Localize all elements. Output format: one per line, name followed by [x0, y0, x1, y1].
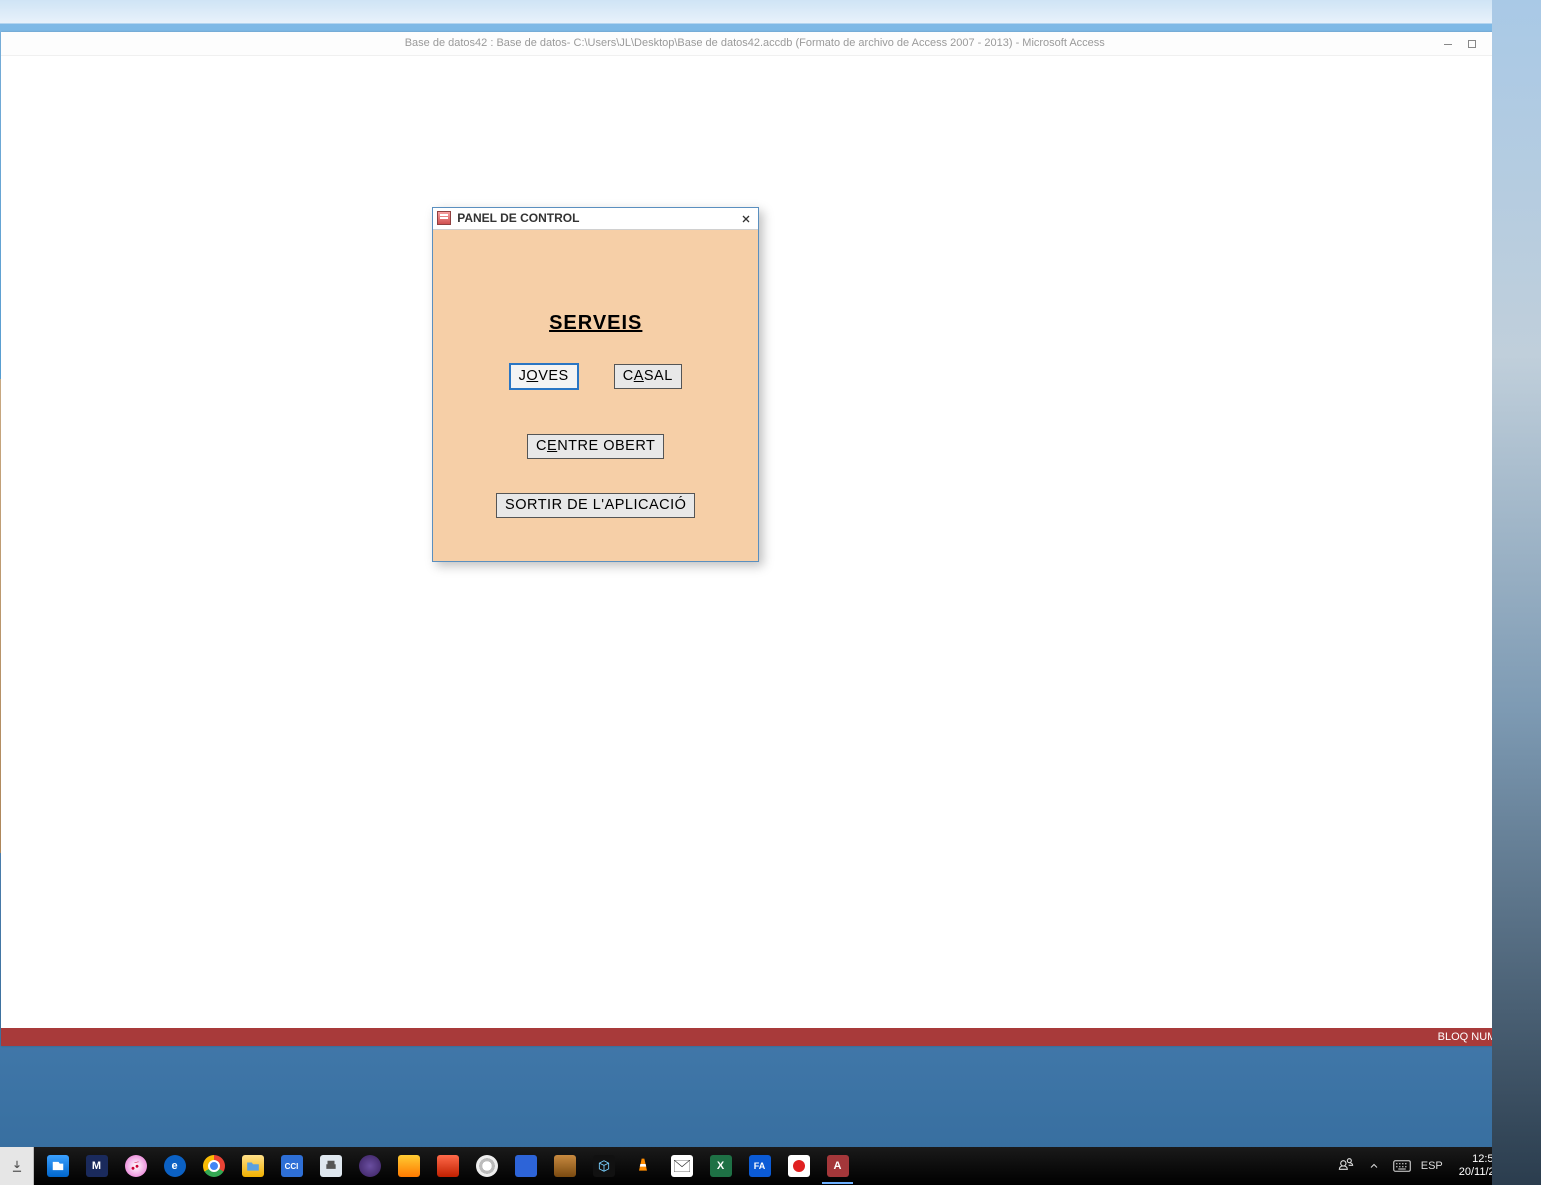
- taskbar-app-excel[interactable]: X: [701, 1147, 740, 1185]
- tray-chevron-up-icon[interactable]: [1365, 1157, 1383, 1175]
- dialog-body: SERVEIS JOVES CASAL CENTRE OBERT: [433, 230, 758, 561]
- status-bloq-num: BLOQ NUM: [1438, 1031, 1497, 1043]
- sortir-button[interactable]: SORTIR DE L'APLICACIÓ: [496, 493, 695, 518]
- taskbar-app-edge[interactable]: e: [155, 1147, 194, 1185]
- access-window-title: Base de datos42 : Base de datos- C:\User…: [405, 31, 1105, 55]
- taskbar-app-ccleaner[interactable]: CCl: [272, 1147, 311, 1185]
- taskbar-app-fa[interactable]: FA: [740, 1147, 779, 1185]
- taskbar-app-orange[interactable]: [389, 1147, 428, 1185]
- tray-people-icon[interactable]: [1337, 1157, 1355, 1175]
- taskbar-app-icons: M e CCl X FA A: [34, 1147, 857, 1185]
- taskbar-app-access[interactable]: A: [818, 1147, 857, 1185]
- tray-date: 20/11/2018: [1459, 1166, 1513, 1179]
- taskbar-app-bittorrent[interactable]: [350, 1147, 389, 1185]
- tray-clock[interactable]: 12:56 20/11/2018: [1453, 1153, 1519, 1179]
- maximize-button[interactable]: [1460, 32, 1484, 56]
- taskbar-app-vlc[interactable]: [623, 1147, 662, 1185]
- taskbar-app-printer[interactable]: [311, 1147, 350, 1185]
- taskbar-app-malwarebytes[interactable]: M: [77, 1147, 116, 1185]
- form-icon: [437, 211, 451, 225]
- taskbar-app-red[interactable]: [428, 1147, 467, 1185]
- access-titlebar[interactable]: Base de datos42 : Base de datos- C:\User…: [1, 32, 1508, 56]
- taskbar-app-explorer[interactable]: [233, 1147, 272, 1185]
- window-controls: [1436, 32, 1508, 55]
- taskbar-app-cube[interactable]: [584, 1147, 623, 1185]
- tray-keyboard-icon[interactable]: [1393, 1157, 1411, 1175]
- taskbar-app-chrome[interactable]: [194, 1147, 233, 1185]
- taskbar-app-disc[interactable]: [467, 1147, 506, 1185]
- access-app-window: Base de datos42 : Base de datos- C:\User…: [1, 32, 1508, 1046]
- taskbar[interactable]: M e CCl X FA A: [0, 1147, 1541, 1185]
- taskbar-app-blue[interactable]: [506, 1147, 545, 1185]
- dialog-title-text: PANEL DE CONTROL: [457, 211, 579, 225]
- taskbar-app-itunes[interactable]: [116, 1147, 155, 1185]
- taskbar-app-redcircle[interactable]: [779, 1147, 818, 1185]
- taskbar-app-brown[interactable]: [545, 1147, 584, 1185]
- system-tray: ESP 12:56 20/11/2018: [1331, 1147, 1541, 1185]
- tray-time: 12:56: [1459, 1153, 1513, 1166]
- dialog-close-button[interactable]: [737, 210, 755, 228]
- taskbar-app-mail[interactable]: [662, 1147, 701, 1185]
- centre-obert-button[interactable]: CENTRE OBERT: [527, 434, 664, 459]
- panel-de-control-dialog: PANEL DE CONTROL SERVEIS JOVES CASAL: [432, 207, 759, 562]
- dialog-titlebar[interactable]: PANEL DE CONTROL: [433, 208, 758, 230]
- taskbar-left-stub[interactable]: [0, 1147, 34, 1185]
- access-client-area: PANEL DE CONTROL SERVEIS JOVES CASAL: [1, 56, 1508, 1028]
- minimize-button[interactable]: [1436, 32, 1460, 56]
- tray-language[interactable]: ESP: [1421, 1157, 1443, 1175]
- close-button[interactable]: [1484, 32, 1508, 56]
- desktop-background: Base de datos42 : Base de datos- C:\User…: [0, 0, 1541, 1185]
- casal-button[interactable]: CASAL: [614, 364, 682, 389]
- taskbar-app-1[interactable]: [38, 1147, 77, 1185]
- joves-button[interactable]: JOVES: [510, 364, 578, 389]
- serveis-heading: SERVEIS: [433, 312, 758, 335]
- access-status-bar: BLOQ NUM: [1, 1028, 1508, 1046]
